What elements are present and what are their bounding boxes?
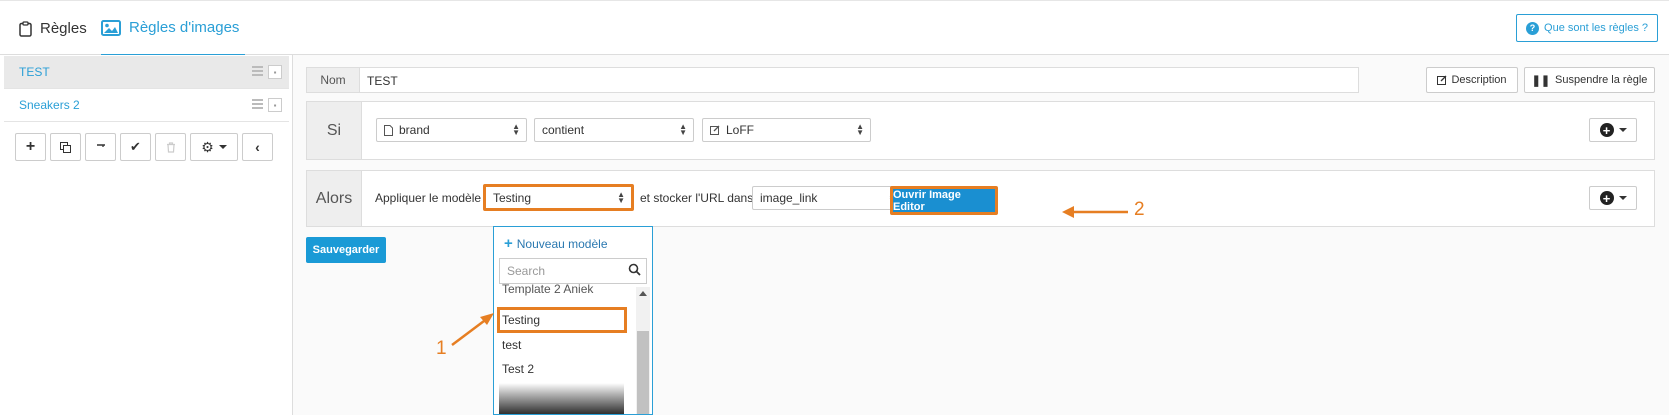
annotation-1: 1: [436, 338, 447, 359]
annotation-2: 2: [1134, 199, 1145, 220]
annotation-arrows: [451, 206, 1128, 346]
